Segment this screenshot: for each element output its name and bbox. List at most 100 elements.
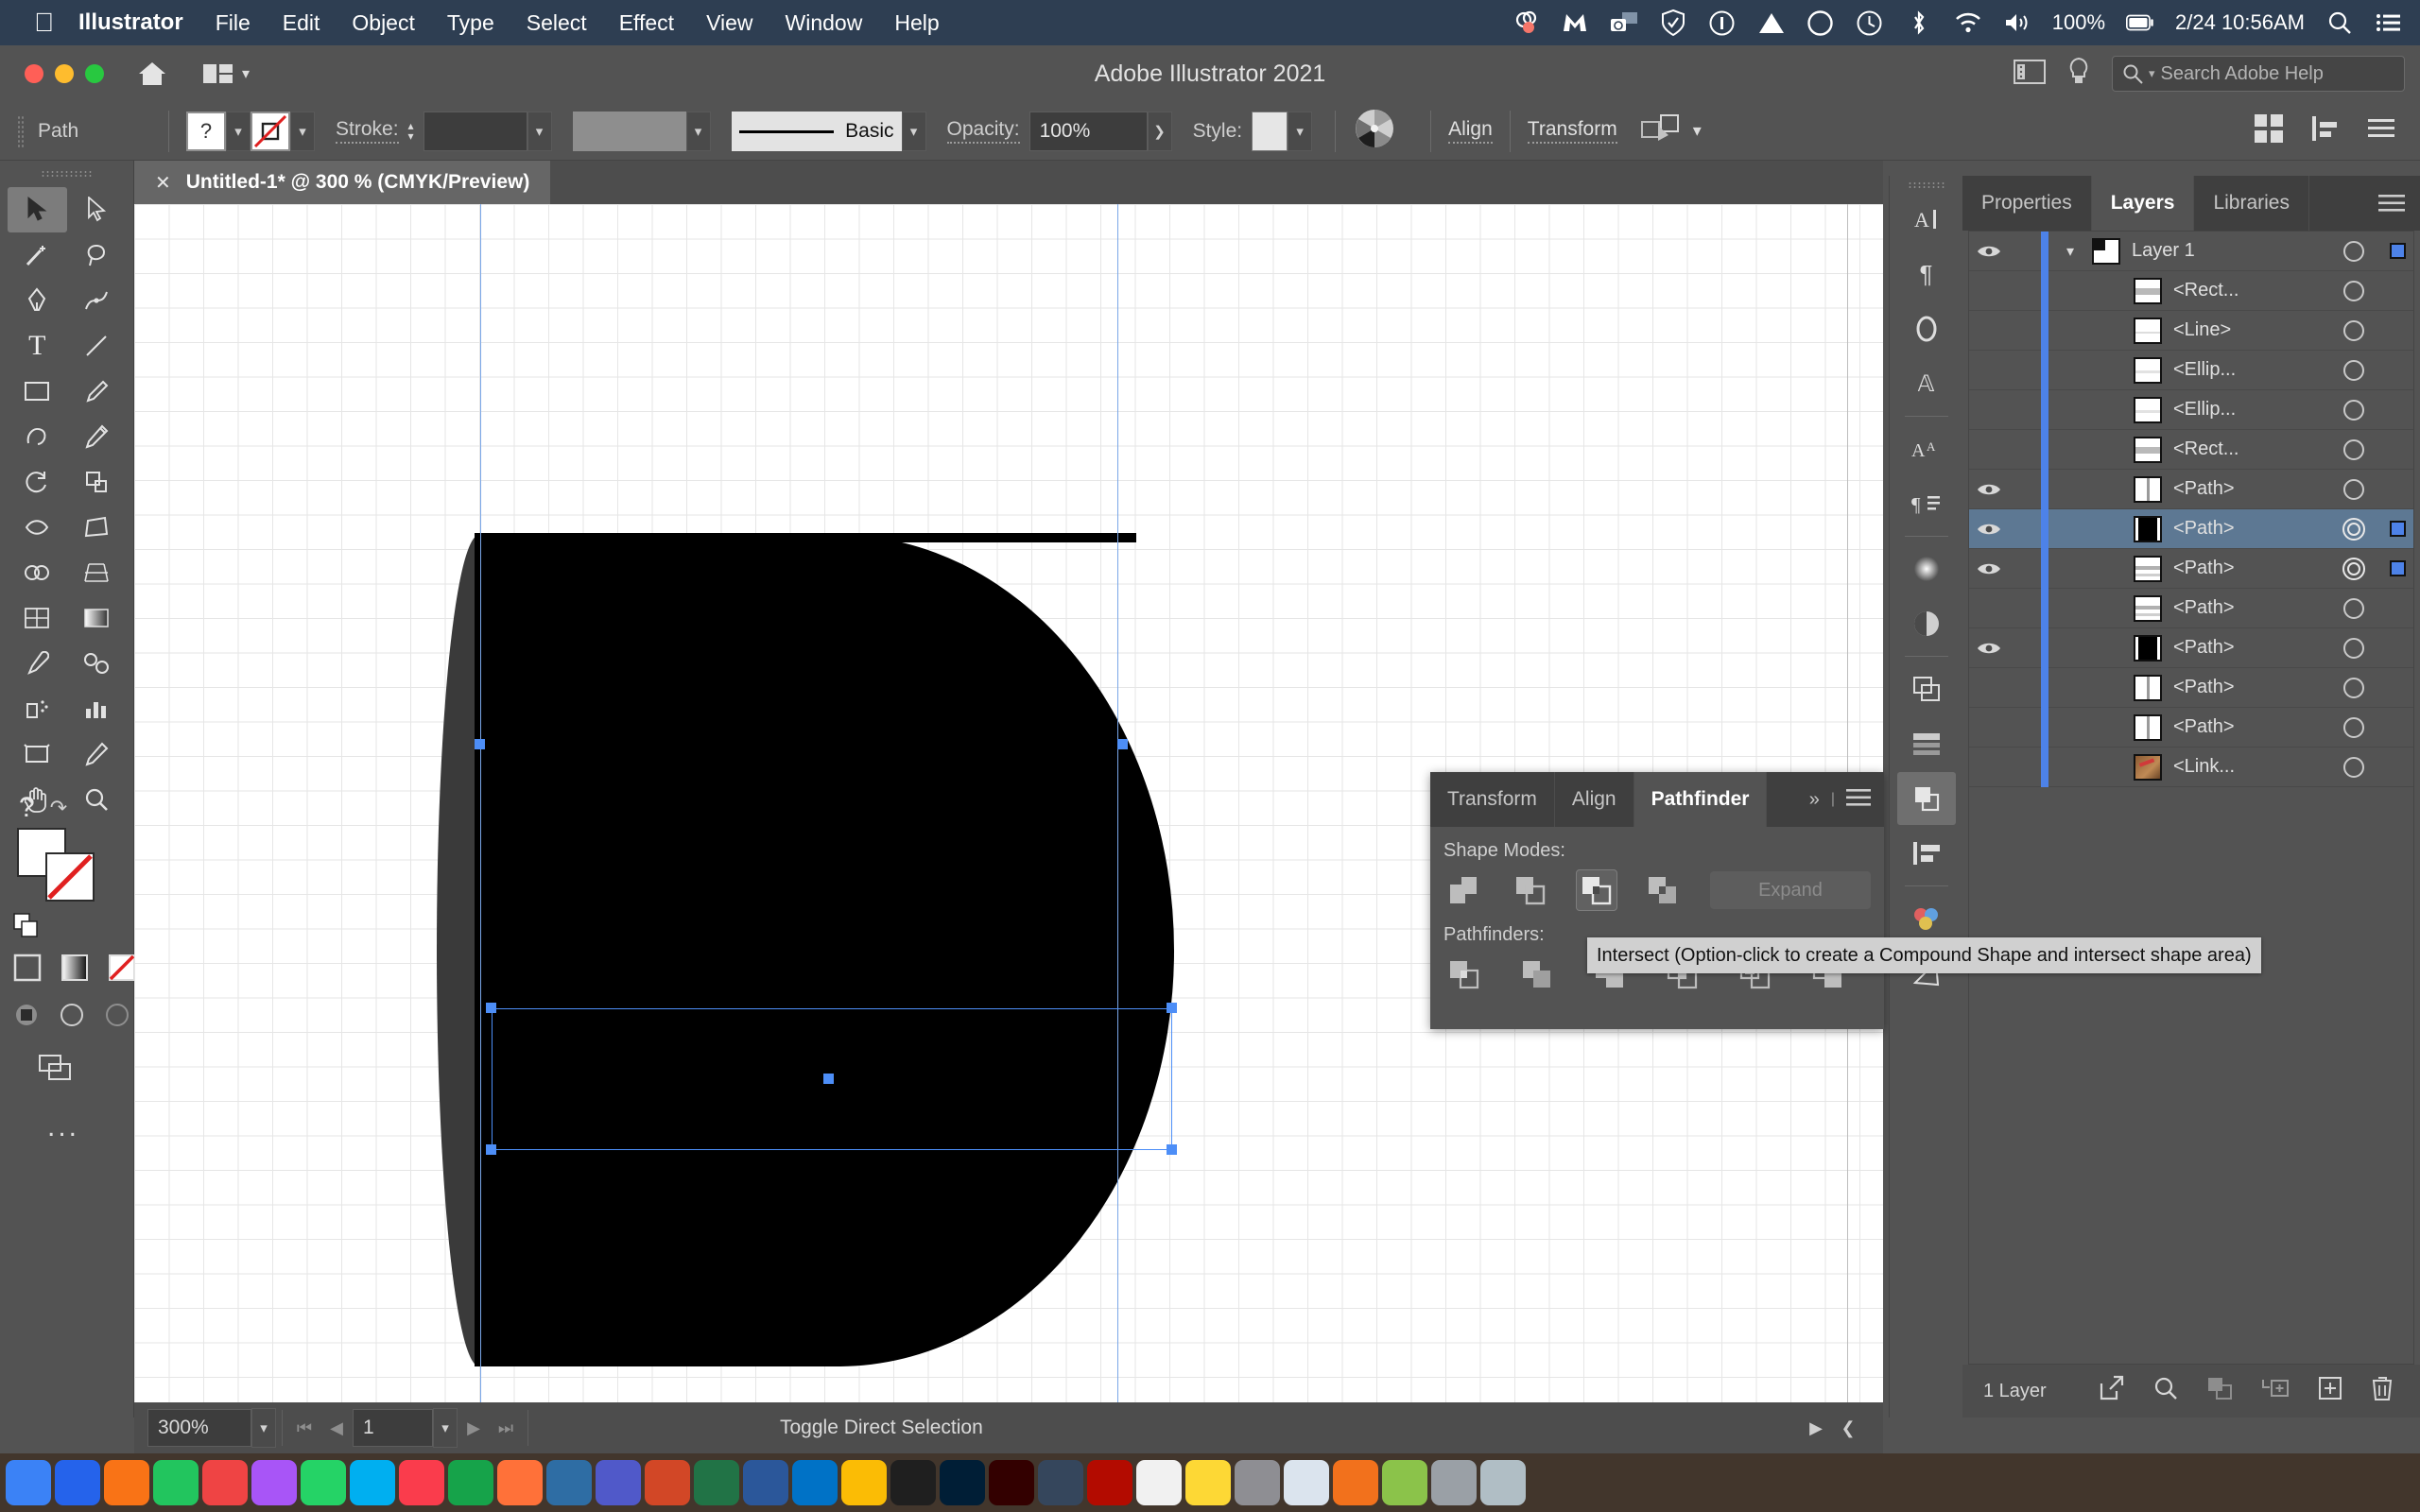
tab-align[interactable]: Align <box>1555 772 1634 827</box>
dock-app-powerpoint[interactable] <box>645 1460 690 1505</box>
layer-name[interactable]: <Path> <box>2173 597 2326 619</box>
opacity-expand-icon[interactable]: ❯ <box>1147 111 1172 151</box>
gradient-tool[interactable] <box>67 595 127 641</box>
volume-icon[interactable] <box>2003 9 2031 37</box>
target-indicator-icon[interactable] <box>2326 596 2381 621</box>
document-tab[interactable]: ✕ Untitled-1* @ 300 % (CMYK/Preview) <box>134 161 551 204</box>
column-graph-tool[interactable] <box>67 686 127 731</box>
exclude-button[interactable] <box>1642 869 1684 911</box>
character-panel-icon[interactable]: A <box>1897 193 1956 246</box>
gradient-mode-button[interactable] <box>60 954 89 987</box>
shaper-tool[interactable] <box>8 414 67 459</box>
info-circle-icon[interactable] <box>1708 9 1737 37</box>
visibility-toggle-icon[interactable] <box>1969 640 2009 657</box>
paragraph-styles-icon[interactable]: ¶ <box>1897 477 1956 530</box>
status-collapse-icon[interactable]: ❮ <box>1832 1418 1864 1438</box>
layer-row[interactable]: <Path> <box>1969 707 2413 747</box>
transparency-panel-icon[interactable] <box>1897 597 1956 650</box>
dock-app-illustrator[interactable] <box>989 1460 1034 1505</box>
tab-libraries[interactable]: Libraries <box>2194 176 2309 231</box>
dock-app-settings[interactable] <box>1431 1460 1477 1505</box>
panel-menu-icon[interactable] <box>2367 117 2395 145</box>
battery-percent[interactable]: 100% <box>2052 10 2105 35</box>
fill-chevron-down-icon[interactable]: ▾ <box>226 111 251 151</box>
target-indicator-icon[interactable] <box>2326 358 2381 383</box>
arrange-grid-icon[interactable] <box>2254 113 2284 148</box>
layer-row[interactable]: <Path> <box>1969 469 2413 509</box>
stroke-color-box[interactable] <box>45 852 95 902</box>
menu-type[interactable]: Type <box>447 10 494 36</box>
eyedropper-tool[interactable] <box>8 641 67 686</box>
target-indicator-icon[interactable] <box>2326 517 2381 541</box>
menu-edit[interactable]: Edit <box>283 10 320 36</box>
selpath-handle-tr[interactable] <box>1167 1003 1177 1013</box>
last-page-icon[interactable]: ⏭ <box>490 1418 522 1438</box>
target-indicator-icon[interactable] <box>2326 755 2381 780</box>
artboard-tool[interactable] <box>8 731 67 777</box>
target-indicator-icon[interactable] <box>2326 636 2381 661</box>
locate-object-icon[interactable] <box>2099 1375 2125 1407</box>
tab-layers[interactable]: Layers <box>2091 176 2195 231</box>
expand-disclosure-icon[interactable]: ▾ <box>2048 242 2092 261</box>
dock-app-chrome[interactable] <box>153 1460 199 1505</box>
dock-app-qbittorrent[interactable] <box>546 1460 592 1505</box>
symbol-sprayer-tool[interactable] <box>8 686 67 731</box>
minus-front-button[interactable] <box>1510 869 1551 911</box>
status-text[interactable]: Toggle Direct Selection <box>780 1417 983 1439</box>
menu-effect[interactable]: Effect <box>619 10 674 36</box>
stroke-panel-icon[interactable] <box>1897 302 1956 355</box>
target-indicator-icon[interactable] <box>2326 715 2381 740</box>
triangle-icon[interactable] <box>1757 9 1786 37</box>
graphic-style-swatch[interactable] <box>1252 111 1288 151</box>
screen-share-icon[interactable] <box>1610 9 1638 37</box>
dock-app-outlook[interactable] <box>792 1460 838 1505</box>
intersect-button[interactable] <box>1576 869 1617 911</box>
dock-app-launchpad[interactable] <box>104 1460 149 1505</box>
edit-toolbar-button[interactable]: ... <box>47 1111 79 1143</box>
dock-app-whatsapp[interactable] <box>301 1460 346 1505</box>
swap-fill-stroke-icon[interactable]: ↷ <box>50 796 67 820</box>
layer-row[interactable]: <Path> <box>1969 508 2413 549</box>
pen-tool[interactable] <box>8 278 67 323</box>
layer-name[interactable]: <Rect... <box>2173 280 2326 301</box>
layer-row[interactable]: <Link... <box>1969 747 2413 787</box>
selection-square-indicator[interactable] <box>2381 560 2413 576</box>
divide-button[interactable] <box>1443 954 1485 995</box>
layer-name[interactable]: <Ellip... <box>2173 359 2326 381</box>
shape-builder-tool[interactable] <box>8 550 67 595</box>
layer-name[interactable]: <Rect... <box>2173 438 2326 460</box>
dock-app-photos[interactable] <box>251 1460 297 1505</box>
target-indicator-icon[interactable] <box>2326 676 2381 700</box>
dock-app-lightroom[interactable] <box>890 1460 936 1505</box>
free-transform-tool[interactable] <box>67 505 127 550</box>
menu-help[interactable]: Help <box>894 10 939 36</box>
dock-app-music[interactable] <box>399 1460 444 1505</box>
icon-dock-grip[interactable] <box>1907 181 1945 189</box>
glyphs-panel-icon[interactable]: 𝔸 <box>1897 357 1956 410</box>
stroke-weight-chevron-down-icon[interactable]: ▾ <box>527 111 552 151</box>
tools-panel-grip[interactable] <box>40 170 94 178</box>
next-page-icon[interactable]: ▶ <box>458 1418 490 1438</box>
tab-pathfinder[interactable]: Pathfinder <box>1634 772 1768 827</box>
tab-transform[interactable]: Transform <box>1430 772 1555 827</box>
wifi-icon[interactable] <box>1954 9 1982 37</box>
pencil-tool[interactable] <box>67 414 127 459</box>
pathfinder-panel-icon[interactable] <box>1896 772 1956 825</box>
lightbulb-icon[interactable] <box>2066 57 2091 92</box>
menubar-clock[interactable]: 2/24 10:56AM <box>2175 10 2305 35</box>
bbox-handle-tl[interactable] <box>475 739 485 749</box>
paintbrush-tool[interactable] <box>67 369 127 414</box>
menu-select[interactable]: Select <box>527 10 587 36</box>
dock-app-books[interactable] <box>1333 1460 1378 1505</box>
target-indicator-icon[interactable] <box>2326 398 2381 422</box>
shape-transform-icon[interactable] <box>1640 112 1682 149</box>
stroke-weight-stepper[interactable]: ▴ ▾ <box>399 112 424 151</box>
shape-transform-chevron-down-icon[interactable]: ▾ <box>1693 121 1702 141</box>
selpath-center-anchor[interactable] <box>823 1074 834 1084</box>
target-indicator-icon[interactable] <box>2326 438 2381 462</box>
fill-color-swatch[interactable]: ? <box>186 111 226 151</box>
dock-app-drive[interactable] <box>841 1460 887 1505</box>
dock-app-word[interactable] <box>743 1460 788 1505</box>
layer-name[interactable]: <Path> <box>2173 677 2326 698</box>
layers-list[interactable]: ▾ Layer 1 <Rect... <Line> <Ellip... <Ellip...… <box>1968 231 2414 1365</box>
